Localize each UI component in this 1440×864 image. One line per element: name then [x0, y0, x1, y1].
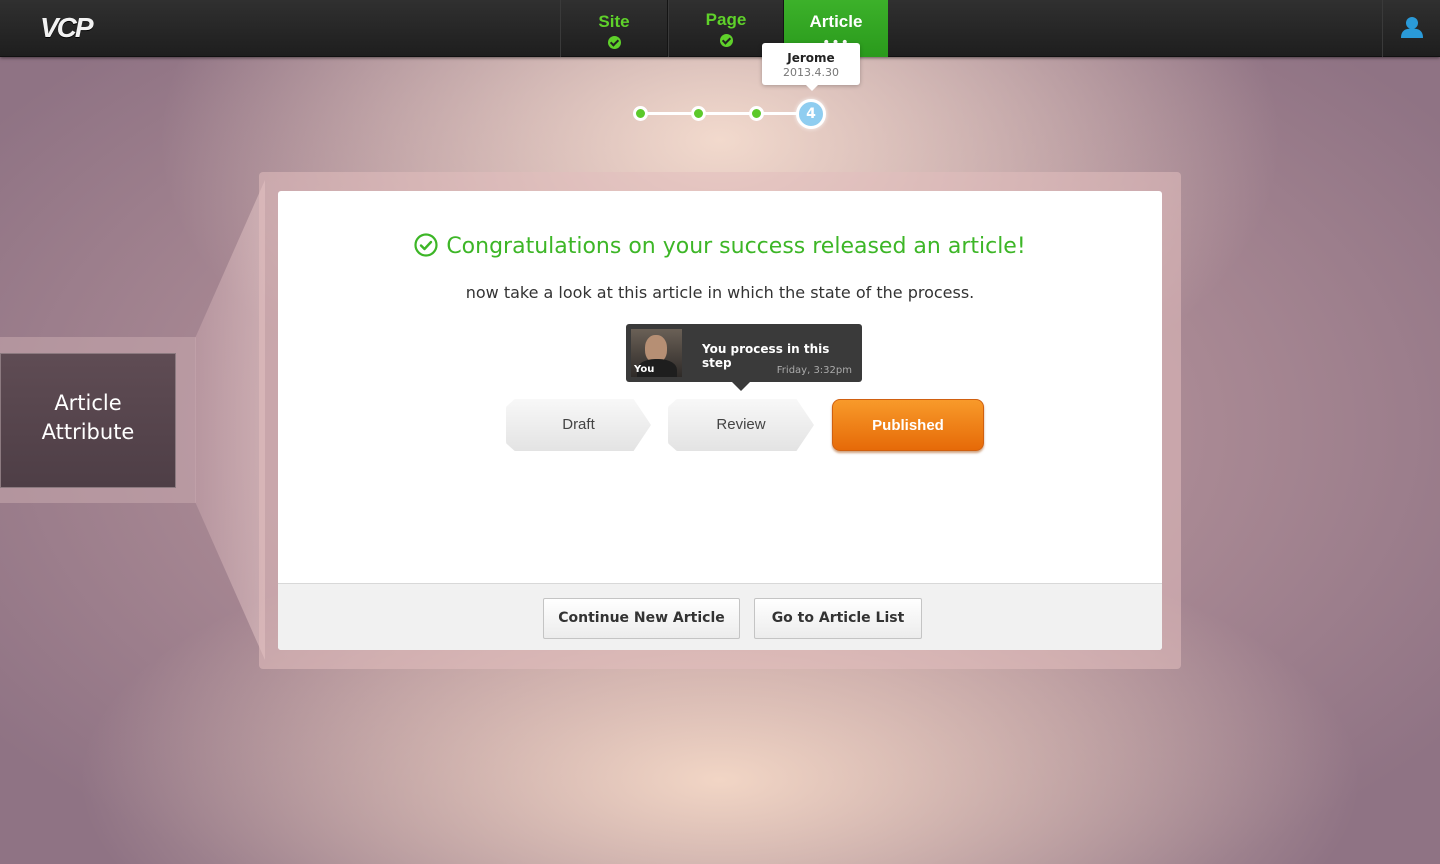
tab-site[interactable]: Site — [560, 0, 668, 57]
user-icon — [1401, 17, 1423, 38]
user-menu-button[interactable] — [1382, 0, 1440, 57]
state-review[interactable]: Review — [668, 399, 814, 451]
side-label-line1: Article — [54, 391, 122, 415]
step-line — [640, 112, 810, 115]
card-footer: Continue New Article Go to Article List — [278, 583, 1162, 650]
success-card: Congratulations on your success released… — [278, 191, 1162, 650]
step-progress: 4 — [630, 99, 830, 129]
side-panel-beam — [195, 180, 265, 660]
step-3-dot[interactable] — [749, 106, 764, 121]
go-to-article-list-button[interactable]: Go to Article List — [754, 598, 922, 639]
state-draft[interactable]: Draft — [506, 399, 651, 451]
step-2-dot[interactable] — [691, 106, 706, 121]
continue-new-article-button[interactable]: Continue New Article — [543, 598, 740, 639]
avatar-label: You — [634, 364, 655, 375]
success-headline: Congratulations on your success released… — [278, 233, 1162, 259]
tooltip-user-name: Jerome — [787, 51, 835, 65]
step-current-indicator[interactable]: 4 — [796, 99, 826, 129]
tab-article-label: Article — [809, 12, 863, 31]
check-icon — [607, 36, 621, 49]
headline-text: Congratulations on your success released… — [446, 234, 1026, 259]
state-published[interactable]: Published — [832, 399, 984, 451]
step-tooltip: Jerome 2013.4.30 — [762, 43, 860, 91]
process-tooltip: You You process in this step Friday, 3:3… — [626, 324, 862, 391]
check-icon — [719, 34, 733, 47]
success-subline: now take a look at this article in which… — [465, 283, 975, 302]
top-bar: VCP Site Page Article ••• — [0, 0, 1440, 57]
app-logo[interactable]: VCP — [40, 12, 94, 44]
tooltip-date: 2013.4.30 — [783, 66, 839, 79]
process-tooltip-time: Friday, 3:32pm — [776, 365, 852, 376]
check-circle-icon — [414, 233, 438, 257]
tab-site-label: Site — [598, 12, 630, 31]
article-attribute-panel[interactable]: Article Attribute — [0, 353, 176, 488]
step-1-dot[interactable] — [633, 106, 648, 121]
avatar: You — [631, 329, 682, 377]
tab-page-label: Page — [705, 10, 747, 29]
side-label-line2: Attribute — [41, 420, 135, 444]
